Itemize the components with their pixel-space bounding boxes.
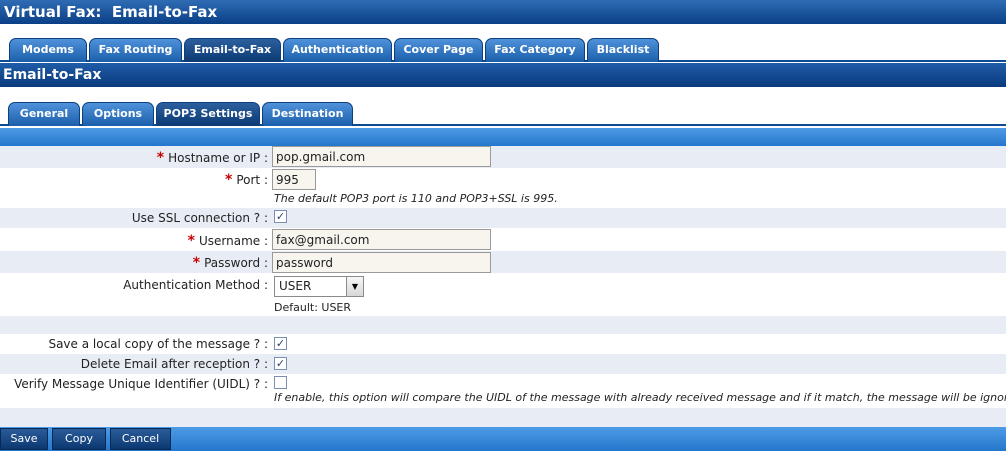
button-bar: Save Copy Cancel [0,427,1006,451]
save-button[interactable]: Save [0,428,48,450]
port-hint: The default POP3 port is 110 and POP3+SS… [274,192,558,205]
ssl-checkbox[interactable]: ✓ [274,210,287,223]
port-label: * Port : [225,172,268,188]
tab-email-to-fax[interactable]: Email-to-Fax [184,38,281,62]
form-header-strip [0,128,1006,146]
tab-modems[interactable]: Modems [9,38,87,62]
sub-tabs: General Options POP3 Settings Destinatio… [0,100,1006,126]
page-title: Virtual Fax: Email-to-Fax [0,0,1006,24]
password-row: * Password : [0,251,1006,273]
delete-email-checkbox[interactable]: ✓ [274,357,287,370]
tab-options[interactable]: Options [82,102,154,126]
hostname-label: * Hostname or IP : [156,150,268,166]
hostname-row: * Hostname or IP : [0,146,1006,168]
auth-method-select[interactable]: USER ▼ [274,276,364,297]
verify-uidl-row: Verify Message Unique Identifier (UIDL) … [0,374,1006,408]
hostname-input[interactable] [272,146,491,167]
required-marker: * [192,255,201,271]
save-copy-label: Save a local copy of the message ? : [48,337,268,351]
required-marker: * [225,172,233,188]
tab-pop3-settings[interactable]: POP3 Settings [156,102,260,126]
main-tabs: Modems Fax Routing Email-to-Fax Authenti… [0,36,1006,62]
chevron-down-icon[interactable]: ▼ [346,277,363,296]
section-title: Email-to-Fax [0,63,1006,87]
tab-fax-category[interactable]: Fax Category [485,38,585,62]
spacer-row [0,316,1006,334]
tab-fax-routing[interactable]: Fax Routing [89,38,182,62]
verify-uidl-label: Verify Message Unique Identifier (UIDL) … [14,377,268,391]
delete-email-row: Delete Email after reception ? : ✓ [0,354,1006,374]
verify-uidl-hint: If enable, this option will compare the … [274,391,1006,404]
ssl-label: Use SSL connection ? : [131,211,268,225]
ssl-row: Use SSL connection ? : ✓ [0,208,1006,228]
save-copy-row: Save a local copy of the message ? : ✓ [0,334,1006,354]
auth-method-label: Authentication Method : [123,278,268,292]
port-row: * Port : The default POP3 port is 110 and… [0,168,1006,208]
cancel-button[interactable]: Cancel [110,428,171,450]
tab-cover-page[interactable]: Cover Page [394,38,483,62]
username-row: * Username : [0,229,1006,251]
port-input[interactable] [272,169,316,190]
tab-destination[interactable]: Destination [262,102,353,126]
tab-authentication[interactable]: Authentication [283,38,392,62]
tab-blacklist[interactable]: Blacklist [587,38,659,62]
auth-method-row: Authentication Method : Default: USER [0,274,1006,316]
auth-method-default: Default: USER [274,301,352,314]
spacer-row [0,408,1006,427]
save-copy-checkbox[interactable]: ✓ [274,337,287,350]
delete-email-label: Delete Email after reception ? : [80,357,268,371]
verify-uidl-checkbox[interactable] [274,376,287,389]
copy-button[interactable]: Copy [52,428,106,450]
username-input[interactable] [272,229,491,250]
tab-general[interactable]: General [8,102,80,126]
auth-method-value: USER [279,279,312,293]
password-input[interactable] [272,252,491,273]
username-label: * Username : [187,233,268,249]
password-label: * Password : [192,255,268,271]
required-marker: * [156,150,165,166]
required-marker: * [187,233,195,249]
